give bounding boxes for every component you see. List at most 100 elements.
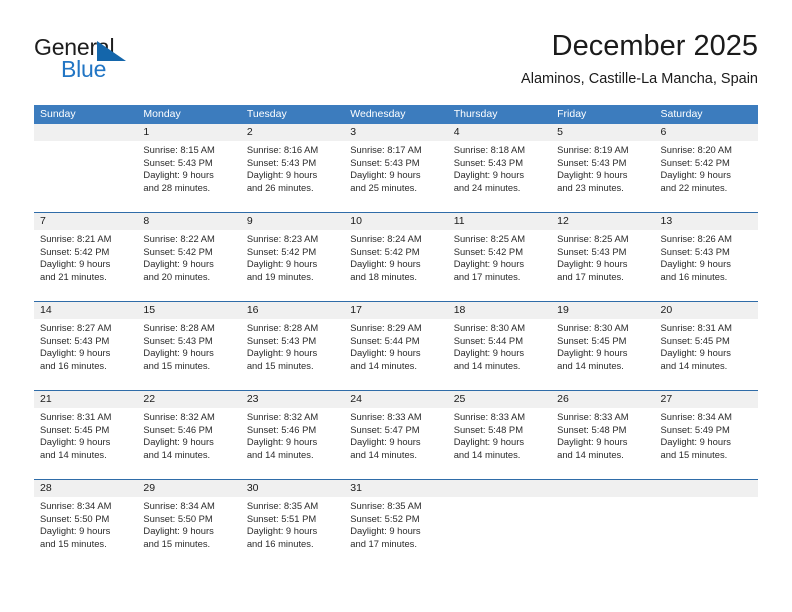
sunrise-text: Sunrise: 8:26 AM xyxy=(660,233,732,244)
day-number: 30 xyxy=(246,482,259,494)
day-cell[interactable]: 24 Sunrise: 8:33 AM Sunset: 5:47 PM Dayligh… xyxy=(344,391,448,479)
sunrise-text: Sunrise: 8:32 AM xyxy=(143,411,215,422)
day-cell[interactable]: 14 Sunrise: 8:27 AM Sunset: 5:43 PM Dayligh… xyxy=(34,302,138,390)
day-cell[interactable]: 29 Sunrise: 8:34 AM Sunset: 5:50 PM Dayligh… xyxy=(137,480,241,568)
day-number-band: 8 xyxy=(137,213,241,230)
day-number-band: 18 xyxy=(447,302,552,319)
week-cells: 21 Sunrise: 8:31 AM Sunset: 5:45 PM Dayligh… xyxy=(34,391,758,479)
sunrise-text: Sunrise: 8:28 AM xyxy=(143,322,215,333)
day-sun-info: Sunrise: 8:27 AM Sunset: 5:43 PM Daylight:… xyxy=(34,319,137,372)
day-cell[interactable]: 27 Sunrise: 8:34 AM Sunset: 5:49 PM Dayligh… xyxy=(654,391,758,479)
day-cell[interactable]: 19 Sunrise: 8:30 AM Sunset: 5:45 PM Dayligh… xyxy=(551,302,655,390)
day-cell[interactable]: 23 Sunrise: 8:32 AM Sunset: 5:46 PM Dayligh… xyxy=(240,391,345,479)
sunset-text: Sunset: 5:45 PM xyxy=(557,334,627,346)
daylight-text-line1: Daylight: 9 hours xyxy=(143,347,214,359)
day-number-band: 29 xyxy=(137,480,241,497)
day-number: 2 xyxy=(246,126,253,138)
sunset-text: Sunset: 5:43 PM xyxy=(143,334,213,346)
day-number-band: 4 xyxy=(447,124,552,141)
day-number: 9 xyxy=(246,215,253,227)
sunset-text: Sunset: 5:42 PM xyxy=(143,245,213,257)
day-sun-info: Sunrise: 8:19 AM Sunset: 5:43 PM Daylight:… xyxy=(551,141,654,194)
daylight-text-line2: and 17 minutes. xyxy=(557,270,624,282)
day-cell[interactable]: 30 Sunrise: 8:35 AM Sunset: 5:51 PM Dayligh… xyxy=(240,480,345,568)
sunset-text: Sunset: 5:42 PM xyxy=(350,245,420,257)
day-cell[interactable]: 20 Sunrise: 8:31 AM Sunset: 5:45 PM Dayligh… xyxy=(654,302,758,390)
weekday-header-tuesday: Tuesday xyxy=(246,108,287,120)
sunset-text: Sunset: 5:45 PM xyxy=(660,334,730,346)
sunrise-text: Sunrise: 8:25 AM xyxy=(453,233,526,244)
day-cell[interactable]: 17 Sunrise: 8:29 AM Sunset: 5:44 PM Dayligh… xyxy=(344,302,448,390)
general-blue-logo[interactable]: General Blue xyxy=(34,34,224,90)
day-number: 15 xyxy=(143,304,156,316)
daylight-text-line1: Daylight: 9 hours xyxy=(557,258,628,270)
day-cell[interactable]: 9 Sunrise: 8:23 AM Sunset: 5:42 PM Daylight… xyxy=(240,213,345,301)
day-sun-info: Sunrise: 8:15 AM Sunset: 5:43 PM Daylight:… xyxy=(137,141,240,194)
day-cell[interactable]: 2 Sunrise: 8:16 AM Sunset: 5:43 PM Daylight… xyxy=(240,124,345,212)
sunrise-text: Sunrise: 8:23 AM xyxy=(246,233,319,244)
daylight-text-line1: Daylight: 9 hours xyxy=(40,258,111,270)
sunset-text: Sunset: 5:47 PM xyxy=(350,423,420,435)
day-cell[interactable]: 3 Sunrise: 8:17 AM Sunset: 5:43 PM Daylight… xyxy=(344,124,448,212)
logo-text-blue: Blue xyxy=(61,56,107,82)
sunrise-text: Sunrise: 8:31 AM xyxy=(40,411,112,422)
day-cell[interactable]: 21 Sunrise: 8:31 AM Sunset: 5:45 PM Dayligh… xyxy=(34,391,138,479)
day-number: 21 xyxy=(40,393,52,405)
day-cell[interactable]: 6 Sunrise: 8:20 AM Sunset: 5:42 PM Daylight… xyxy=(654,124,758,212)
day-number: 7 xyxy=(40,215,46,227)
day-cell[interactable]: 7 Sunrise: 8:21 AM Sunset: 5:42 PM Daylight… xyxy=(34,213,138,301)
calendar-grid: Sunday Monday Tuesday Wednesday Thursday Frid… xyxy=(34,105,758,568)
sunset-text: Sunset: 5:52 PM xyxy=(350,512,420,524)
day-number: 13 xyxy=(660,215,673,227)
daylight-text-line1: Daylight: 9 hours xyxy=(350,258,421,270)
sunrise-text: Sunrise: 8:35 AM xyxy=(246,500,319,511)
weekday-header-sunday: Sunday xyxy=(40,108,76,120)
sunset-text: Sunset: 5:42 PM xyxy=(660,156,730,168)
daylight-text-line2: and 18 minutes. xyxy=(350,270,417,282)
day-cell[interactable]: 22 Sunrise: 8:32 AM Sunset: 5:46 PM Dayligh… xyxy=(137,391,241,479)
day-cell[interactable]: 13 Sunrise: 8:26 AM Sunset: 5:43 PM Dayligh… xyxy=(654,213,758,301)
day-cell[interactable]: 25 Sunrise: 8:33 AM Sunset: 5:48 PM Dayligh… xyxy=(447,391,552,479)
sunrise-text: Sunrise: 8:16 AM xyxy=(246,144,319,155)
day-number-band: 2 xyxy=(240,124,345,141)
day-cell[interactable]: 11 Sunrise: 8:25 AM Sunset: 5:42 PM Dayligh… xyxy=(447,213,552,301)
daylight-text-line2: and 25 minutes. xyxy=(350,181,417,193)
sunrise-text: Sunrise: 8:33 AM xyxy=(350,411,422,422)
day-number-band: 22 xyxy=(137,391,241,408)
day-cell[interactable]: 10 Sunrise: 8:24 AM Sunset: 5:42 PM Dayligh… xyxy=(344,213,448,301)
day-cell-empty xyxy=(654,480,758,568)
day-cell-empty xyxy=(551,480,655,568)
sunrise-text: Sunrise: 8:20 AM xyxy=(660,144,732,155)
day-number: 29 xyxy=(143,482,156,494)
day-cell[interactable]: 4 Sunrise: 8:18 AM Sunset: 5:43 PM Daylight… xyxy=(447,124,552,212)
daylight-text-line1: Daylight: 9 hours xyxy=(246,525,318,537)
sunset-text: Sunset: 5:43 PM xyxy=(246,156,317,168)
daylight-text-line2: and 15 minutes. xyxy=(660,448,728,460)
sunset-text: Sunset: 5:44 PM xyxy=(453,334,523,346)
day-cell[interactable]: 1 Sunrise: 8:15 AM Sunset: 5:43 PM Daylight… xyxy=(137,124,241,212)
day-number: 27 xyxy=(660,393,673,405)
day-cell[interactable]: 26 Sunrise: 8:33 AM Sunset: 5:48 PM Dayligh… xyxy=(551,391,655,479)
daylight-text-line1: Daylight: 9 hours xyxy=(453,258,525,270)
day-number: 14 xyxy=(40,304,52,316)
sunset-text: Sunset: 5:49 PM xyxy=(660,423,730,435)
day-cell[interactable]: 5 Sunrise: 8:19 AM Sunset: 5:43 PM Daylight… xyxy=(551,124,655,212)
day-cell[interactable]: 15 Sunrise: 8:28 AM Sunset: 5:43 PM Dayligh… xyxy=(137,302,241,390)
day-sun-info: Sunrise: 8:32 AM Sunset: 5:46 PM Daylight:… xyxy=(137,408,240,461)
day-sun-info: Sunrise: 8:33 AM Sunset: 5:48 PM Daylight:… xyxy=(448,408,551,461)
daylight-text-line2: and 15 minutes. xyxy=(246,359,314,371)
day-cell[interactable]: 18 Sunrise: 8:30 AM Sunset: 5:44 PM Dayligh… xyxy=(447,302,552,390)
day-cell[interactable]: 28 Sunrise: 8:34 AM Sunset: 5:50 PM Dayligh… xyxy=(34,480,138,568)
day-cell[interactable]: 12 Sunrise: 8:25 AM Sunset: 5:43 PM Dayligh… xyxy=(551,213,655,301)
sunrise-text: Sunrise: 8:27 AM xyxy=(40,322,112,333)
day-cell[interactable]: 8 Sunrise: 8:22 AM Sunset: 5:42 PM Daylight… xyxy=(137,213,241,301)
day-cell[interactable]: 16 Sunrise: 8:28 AM Sunset: 5:43 PM Dayligh… xyxy=(240,302,345,390)
day-sun-info: Sunrise: 8:16 AM Sunset: 5:43 PM Daylight:… xyxy=(241,141,344,194)
day-sun-info: Sunrise: 8:28 AM Sunset: 5:43 PM Daylight:… xyxy=(241,319,344,372)
daylight-text-line1: Daylight: 9 hours xyxy=(453,169,525,181)
day-cell[interactable]: 31 Sunrise: 8:35 AM Sunset: 5:52 PM Dayligh… xyxy=(344,480,448,568)
week-cells: 28 Sunrise: 8:34 AM Sunset: 5:50 PM Dayligh… xyxy=(34,480,758,568)
daylight-text-line1: Daylight: 9 hours xyxy=(350,169,421,181)
day-number-band: 23 xyxy=(240,391,345,408)
daylight-text-line2: and 22 minutes. xyxy=(660,181,728,193)
